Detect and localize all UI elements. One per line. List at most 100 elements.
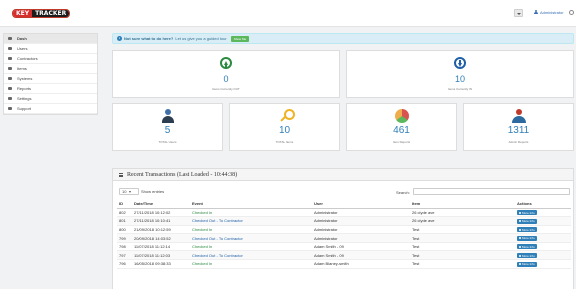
column-header-datetime[interactable]: Date/Time [132,200,190,209]
show-me-button[interactable]: Show Me [230,35,250,42]
more-info-button[interactable]: More Info [517,261,537,267]
user-name: Administrator [540,10,564,15]
sidebar-item-dash[interactable]: Dash [4,34,97,44]
sidebar-item-settings[interactable]: Settings [4,94,97,104]
cell-event: Checked In [190,242,312,252]
cell-actions: More Info [515,225,571,235]
stat-label: TOTAL Users [158,140,177,144]
sidebar-item-label: Users [17,46,28,51]
user-icon [8,47,12,50]
recent-transactions-panel: Recent Transactions (Last Loaded - 10:44… [112,168,574,289]
page-size-select[interactable]: 10 [119,188,139,195]
table-row: 797 11/07/2018 11:12:03 Checked Out - To C… [117,250,571,261]
sidebar-item-label: Systems [17,76,33,81]
more-info-button[interactable]: More Info [517,244,537,250]
cell-user: Administrator [312,225,410,235]
sidebar-item-label: Settings [17,96,32,101]
column-header-actions[interactable]: Actions [515,200,571,209]
cell-id: 796 [117,259,132,269]
cell-id: 799 [117,233,132,243]
table-row: 796 16/05/2018 09:38:33 Checked In Adam Bla… [117,259,571,269]
search-label: Search: [396,190,410,195]
stat-value: 0 [223,74,229,84]
stat-label: Admin Reports [508,140,529,144]
info-icon [519,254,521,257]
cell-item: 26 clyde ave [410,216,515,226]
items-in-panel: 10 Items Currently IN [346,50,574,98]
info-icon: i [117,36,122,41]
cell-event: Checked In [190,208,312,218]
column-header-event[interactable]: Event [190,200,312,209]
cell-id: 797 [117,250,132,261]
cell-event: Checked In [190,225,312,235]
alert-bold-text: Not sure what to do here? [124,36,174,41]
logo-part1: KEY [13,10,33,17]
table-row: 800 21/09/2018 10:12:59 Checked In Administ… [117,225,571,235]
cell-item: 26 clyde ave [410,208,515,218]
table-row: 799 20/09/2018 14:03:52 Checked Out - To C… [117,233,571,243]
sidebar-item-contractors[interactable]: Contractors [4,54,97,64]
column-header-user[interactable]: User [312,200,410,209]
top-bar: KEY TRACKER Administrator [0,0,576,27]
more-info-button[interactable]: More Info [517,218,537,224]
chevron-down-icon [129,190,132,193]
more-info-button[interactable]: More Info [517,227,537,233]
cell-id: 801 [117,216,132,226]
cell-item: Test [410,250,515,261]
cell-actions: More Info [515,233,571,243]
user-icon [534,10,538,15]
admin-users-icon [511,109,527,123]
panel-title: Recent Transactions (Last Loaded - 10:44… [127,171,238,178]
cell-datetime: 11/07/2018 11:12:14 [132,242,190,252]
sidebar-item-label: Items [17,66,27,71]
cell-datetime: 21/09/2018 10:12:59 [132,225,190,235]
report-chart-icon [394,109,409,123]
table-row: 801 27/11/2018 10:10:41 Checked Out - To C… [117,216,571,226]
column-header-id[interactable]: ID [117,200,132,209]
stat-value: 1311 [507,125,530,136]
sidebar-item-label: Contractors [17,56,38,61]
info-icon [519,237,521,240]
info-icon [519,245,521,248]
key-tracker-logo[interactable]: KEY TRACKER [12,9,71,18]
more-info-label: More Info [522,236,535,241]
cell-user: Adam Smith - 09 [312,250,410,261]
cell-id: 800 [117,225,132,235]
total-users-panel: 5 TOTAL Users [112,103,223,151]
admin-reports-panel: 1311 Admin Reports [463,103,574,151]
column-header-item[interactable]: Item [410,200,515,209]
cell-actions: More Info [515,259,571,269]
more-info-label: More Info [522,210,535,215]
cell-actions: More Info [515,250,571,261]
sidebar-item-items[interactable]: Items [4,64,97,74]
sidebar-item-support[interactable]: Support [4,104,97,114]
more-info-label: More Info [522,227,535,232]
alert-text: Let us give you a guided tour [175,36,227,41]
key-icon [8,67,12,70]
key-icon [278,109,295,123]
more-info-button[interactable]: More Info [517,253,537,259]
sidebar-item-reports[interactable]: Reports [4,84,97,94]
cell-user: Adam Blaney-smith [312,259,410,269]
cell-event: Checked Out - To Contractor [190,233,312,243]
more-info-button[interactable]: More Info [517,210,537,216]
more-info-button[interactable]: More Info [517,235,537,241]
info-icon [519,228,521,231]
item-reports-panel: 461 Item Reports [346,103,457,151]
stat-value: 5 [164,125,171,136]
systems-icon [8,77,12,80]
search-input[interactable] [413,188,570,195]
more-info-label: More Info [522,219,535,224]
sidebar-item-systems[interactable]: Systems [4,74,97,84]
gear-icon[interactable] [569,10,574,15]
sidebar-item-users[interactable]: Users [4,44,97,54]
settings-icon [8,97,12,100]
stat-label: Item Reports [392,140,411,144]
user-menu[interactable]: Administrator [534,10,564,15]
more-info-label: More Info [522,262,535,267]
stat-label: TOTAL Items [275,140,294,144]
cell-id: 798 [117,242,132,252]
cell-datetime: 20/09/2018 14:03:52 [132,233,190,243]
info-icon [519,263,521,266]
dropdown-toggle-icon[interactable] [514,9,523,17]
